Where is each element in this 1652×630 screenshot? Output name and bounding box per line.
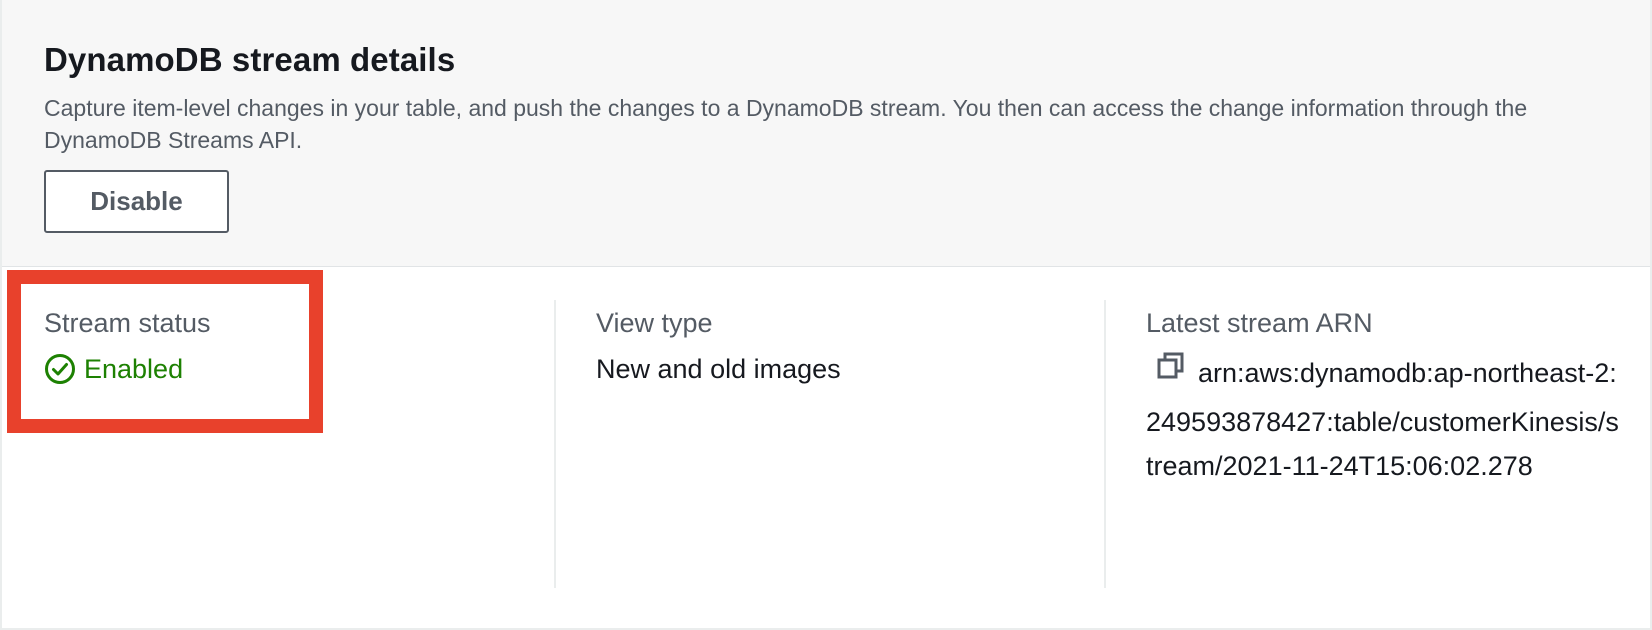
stream-status-field: Stream status Enabled bbox=[44, 300, 211, 392]
check-circle-icon bbox=[45, 354, 75, 384]
disable-button[interactable]: Disable bbox=[44, 170, 229, 233]
stream-status-text: Enabled bbox=[84, 354, 184, 384]
stream-details-panel: DynamoDB stream details Capture item-lev… bbox=[0, 0, 1652, 630]
view-type-field: View type New and old images bbox=[596, 300, 841, 392]
section-description: Capture item-level changes in your table… bbox=[44, 95, 1528, 153]
stream-details-header: DynamoDB stream details Capture item-lev… bbox=[2, 0, 1650, 267]
view-type-value: New and old images bbox=[596, 354, 841, 384]
column-divider bbox=[1104, 300, 1106, 588]
section-title: DynamoDB stream details bbox=[44, 41, 456, 78]
stream-arn-field: Latest stream ARN arn:aws:dynamodb:ap-no… bbox=[1146, 300, 1626, 488]
stream-arn-value: arn:aws:dynamodb:ap-northeast-2:24959387… bbox=[1146, 350, 1626, 488]
stream-status-label: Stream status bbox=[44, 308, 211, 338]
stream-arn-text: arn:aws:dynamodb:ap-northeast-2:24959387… bbox=[1146, 358, 1619, 481]
view-type-label: View type bbox=[596, 308, 713, 338]
stream-arn-label: Latest stream ARN bbox=[1146, 308, 1373, 338]
stream-status-value: Enabled bbox=[44, 346, 211, 392]
column-divider bbox=[554, 300, 556, 588]
copy-icon[interactable] bbox=[1156, 350, 1186, 394]
